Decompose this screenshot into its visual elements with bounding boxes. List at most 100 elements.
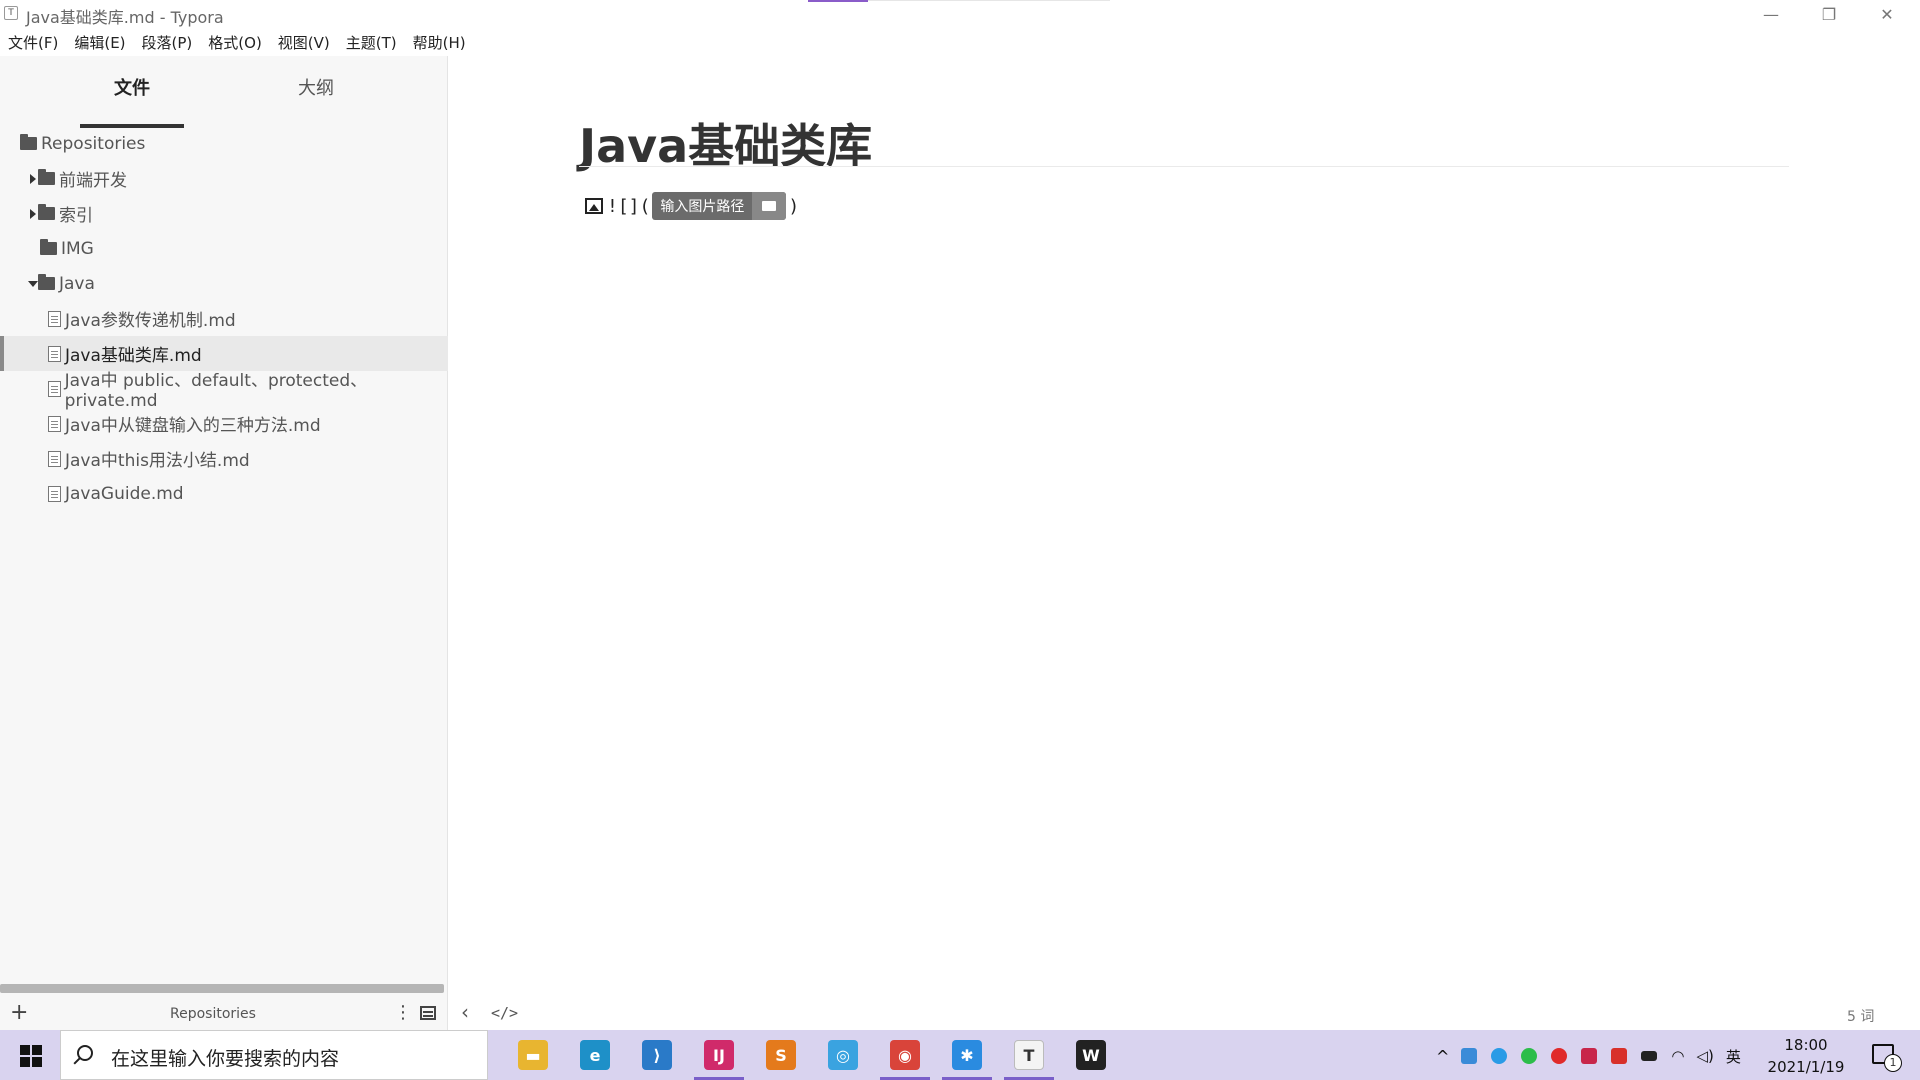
image-markdown-line[interactable]: ![]( 输入图片路径 ) <box>585 192 799 220</box>
volume-icon[interactable]: ◁) <box>1697 1047 1714 1065</box>
open-folder-icon <box>762 201 777 211</box>
tray-cube-icon[interactable] <box>1581 1048 1598 1064</box>
tree-file[interactable]: Java中this用法小结.md <box>0 441 448 476</box>
word-count[interactable]: 5 词 <box>1847 1006 1874 1026</box>
typora-icon: T <box>1014 1040 1044 1070</box>
taskbar-app-vscode[interactable]: ⟩ <box>632 1030 682 1080</box>
restore-button[interactable]: ❐ <box>1800 0 1858 28</box>
title-divider-line <box>868 0 1110 1</box>
tray-check-icon[interactable] <box>1551 1048 1568 1064</box>
taskbar-app-app-ring[interactable]: ◎ <box>818 1030 868 1080</box>
tree-item-label: 前端开发 <box>59 171 127 191</box>
taskbar-app-typora[interactable]: T <box>1004 1030 1054 1080</box>
taskbar-app-intellij[interactable]: IJ <box>694 1030 744 1080</box>
caret-right-icon[interactable] <box>28 208 38 220</box>
ime-indicator[interactable]: 英 <box>1726 1046 1741 1067</box>
editor-pane[interactable]: Java基础类库 ![]( 输入图片路径 ) ‹ </> 5 词 <box>449 56 1920 1030</box>
tree-folder[interactable]: IMG <box>0 231 448 266</box>
taskbar-search-box[interactable]: 在这里输入你要搜索的内容 <box>60 1030 488 1080</box>
tree-file[interactable]: Java中 public、default、protected、private.m… <box>0 371 448 411</box>
caret-right-icon[interactable] <box>28 173 38 185</box>
tree-item-label: Repositories <box>41 133 146 154</box>
taskbar: 在这里输入你要搜索的内容 ▬ e ⟩ IJ S ◎ ◉ ✱ T W ^ ◠ ◁) 英 18:00 … <box>0 1030 1920 1080</box>
sublime-icon: S <box>766 1040 796 1070</box>
search-placeholder: 在这里输入你要搜索的内容 <box>111 1048 340 1070</box>
tab-files[interactable]: 文件 <box>114 74 150 100</box>
menu-view[interactable]: 视图(V) <box>270 30 338 54</box>
source-mode-button[interactable]: </> <box>491 1004 518 1022</box>
taskbar-app-sublime[interactable]: S <box>756 1030 806 1080</box>
folder-icon <box>38 169 55 185</box>
tree-folder[interactable]: 索引 <box>0 196 448 231</box>
choose-image-button[interactable] <box>752 192 787 220</box>
intellij-icon: IJ <box>704 1040 734 1070</box>
folder-icon <box>38 204 55 220</box>
folder-icon <box>20 134 37 150</box>
add-file-button[interactable]: + <box>10 1000 28 1025</box>
taskbar-app-edge[interactable]: e <box>570 1030 620 1080</box>
show-hidden-icons-button[interactable]: ^ <box>1436 1047 1449 1066</box>
image-icon <box>585 198 603 214</box>
image-path-hint[interactable]: 输入图片路径 <box>652 196 752 216</box>
tree-file[interactable]: JavaGuide.md <box>0 476 448 511</box>
image-syntax-suffix: ) <box>788 195 800 217</box>
notification-badge: 1 <box>1884 1054 1902 1072</box>
current-folder-label: Repositories <box>170 1006 256 1022</box>
minimize-button[interactable]: — <box>1742 0 1800 28</box>
heading-underline <box>579 166 1789 167</box>
clock[interactable]: 18:00 2021/1/19 <box>1766 1034 1846 1078</box>
menu-theme[interactable]: 主题(T) <box>338 30 405 54</box>
folder-icon <box>40 239 57 255</box>
wps-tray-icon[interactable] <box>1611 1048 1628 1064</box>
edge-icon: e <box>580 1040 610 1070</box>
taskbar-app-wps[interactable]: W <box>1066 1030 1116 1080</box>
folder-icon <box>38 274 55 290</box>
taskbar-app-file-explorer[interactable]: ▬ <box>508 1030 558 1080</box>
caret-down-icon[interactable] <box>28 278 38 290</box>
menu-help[interactable]: 帮助(H) <box>405 30 474 54</box>
image-syntax-prefix: ![]( <box>607 195 651 217</box>
chrome-icon: ◉ <box>890 1040 920 1070</box>
app-star-icon: ✱ <box>952 1040 982 1070</box>
list-view-toggle-icon[interactable] <box>420 1006 436 1020</box>
tree-file[interactable]: Java中从键盘输入的三种方法.md <box>0 406 448 441</box>
taskbar-app-app-star[interactable]: ✱ <box>942 1030 992 1080</box>
image-path-popover: 输入图片路径 <box>652 192 787 220</box>
tree-folder[interactable]: Java <box>0 266 448 301</box>
tree-folder[interactable]: 前端开发 <box>0 161 448 196</box>
tray-star-icon[interactable] <box>1491 1048 1508 1064</box>
tree-item-label: IMG <box>61 238 94 259</box>
sidebar-footer: + Repositories ⋮ <box>0 1000 448 1030</box>
windows-start-icon[interactable] <box>20 1045 42 1067</box>
vscode-icon: ⟩ <box>642 1040 672 1070</box>
tree-file[interactable]: Java参数传递机制.md <box>0 301 448 336</box>
toggle-sidebar-button[interactable]: ‹ <box>461 1000 469 1024</box>
taskbar-app-chrome[interactable]: ◉ <box>880 1030 930 1080</box>
clock-date: 2021/1/19 <box>1767 1058 1845 1076</box>
search-icon <box>77 1045 93 1061</box>
file-icon <box>48 380 61 397</box>
selection-indicator <box>0 336 4 371</box>
menu-edit[interactable]: 编辑(E) <box>66 30 133 54</box>
tree-folder[interactable]: Repositories <box>0 126 448 161</box>
tree-item-label: JavaGuide.md <box>65 483 184 504</box>
tray-app-icon-blue[interactable] <box>1461 1048 1478 1064</box>
wifi-icon[interactable]: ◠ <box>1671 1047 1684 1065</box>
clock-time: 18:00 <box>1784 1036 1828 1054</box>
menu-format[interactable]: 格式(O) <box>200 30 270 54</box>
more-options-button[interactable]: ⋮ <box>394 1002 412 1023</box>
sidebar-tabs: 文件 大纲 <box>0 74 448 128</box>
file-icon <box>48 345 61 362</box>
battery-icon[interactable] <box>1641 1051 1658 1061</box>
wps-icon: W <box>1076 1040 1106 1070</box>
file-icon <box>48 485 61 502</box>
file-icon <box>48 415 61 432</box>
menu-paragraph[interactable]: 段落(P) <box>134 30 201 54</box>
close-button[interactable]: ✕ <box>1858 0 1916 28</box>
tab-outline[interactable]: 大纲 <box>298 74 334 100</box>
tree-item-label: Java基础类库.md <box>65 346 202 366</box>
menu-file[interactable]: 文件(F) <box>0 30 66 54</box>
tree-item-label: Java参数传递机制.md <box>65 311 236 331</box>
sidebar-horizontal-scrollbar[interactable] <box>0 984 444 993</box>
wechat-icon[interactable] <box>1521 1048 1538 1064</box>
